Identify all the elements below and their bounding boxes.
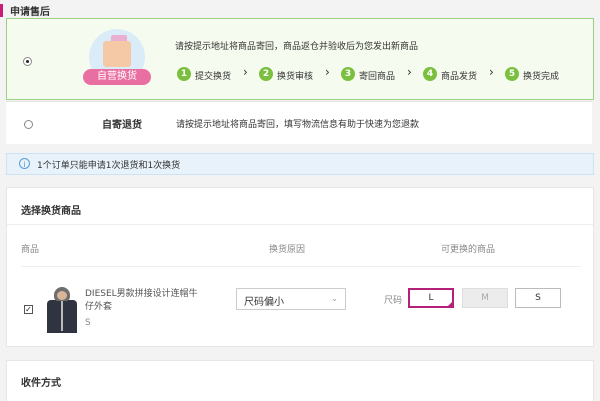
- chevron-down-icon: ⌄: [331, 294, 338, 303]
- column-header-product: 商品: [21, 245, 40, 255]
- chevron-right-icon: ›: [407, 65, 412, 79]
- size-option-s[interactable]: S: [515, 288, 561, 308]
- chevron-right-icon: ›: [325, 65, 330, 79]
- self-exchange-badge: 自营换货: [81, 29, 153, 101]
- chevron-right-icon: ›: [489, 65, 494, 79]
- section-title: 选择换货商品: [21, 206, 81, 217]
- step-5-label: 换货完成: [523, 72, 560, 82]
- step-1-label: 提交换货: [195, 72, 232, 82]
- return-description: 请按提示地址将商品寄回，填写物流信息有助于快速为您退款: [176, 120, 420, 130]
- size-label: 尺码: [384, 296, 403, 306]
- step-3-number: 3: [341, 67, 355, 81]
- step-1-number: 1: [177, 67, 191, 81]
- step-4-number: 4: [423, 67, 437, 81]
- return-title: 自寄退货: [102, 120, 142, 131]
- product-checkbox[interactable]: ✓: [24, 305, 33, 314]
- option-self-return[interactable]: 自寄退货 请按提示地址将商品寄回，填写物流信息有助于快速为您退款: [6, 101, 592, 144]
- column-header-reason: 换货原因: [269, 245, 306, 255]
- product-name[interactable]: DIESEL男款拼接设计连帽牛仔外套: [85, 288, 203, 314]
- page-title: 申请售后: [10, 7, 50, 18]
- product-size: S: [85, 318, 91, 328]
- reason-value: 尺码偏小: [244, 297, 284, 308]
- exchange-description: 请按提示地址将商品寄回，商品返仓并验收后为您发出新商品: [175, 42, 419, 52]
- product-selection-card: 选择换货商品 商品 换货原因 可更换的商品 ✓ DIESEL男款拼接设计连帽牛仔…: [6, 187, 594, 347]
- size-option-l[interactable]: L: [408, 288, 454, 308]
- shipping-method-card: 收件方式: [6, 360, 594, 401]
- header-accent-bar: [0, 4, 3, 17]
- chevron-right-icon: ›: [243, 65, 248, 79]
- badge-box-icon: [103, 41, 131, 67]
- badge-label: 自营换货: [83, 69, 151, 85]
- step-2-number: 2: [259, 67, 273, 81]
- info-text: 1个订单只能申请1次退货和1次换货: [37, 161, 181, 171]
- info-icon: i: [19, 158, 30, 169]
- product-thumbnail[interactable]: [42, 287, 82, 333]
- exchange-radio[interactable]: [23, 57, 32, 66]
- step-4-label: 商品发货: [441, 72, 478, 82]
- section-title: 收件方式: [21, 378, 61, 389]
- return-radio[interactable]: [24, 120, 33, 129]
- option-self-exchange[interactable]: 自营换货 请按提示地址将商品寄回，商品返仓并验收后为您发出新商品 1 提交换货 …: [6, 18, 594, 100]
- column-header-exchangeable: 可更换的商品: [441, 245, 496, 255]
- reason-select[interactable]: 尺码偏小 ⌄: [236, 288, 346, 310]
- model-face: [57, 291, 67, 300]
- info-notice: i 1个订单只能申请1次退货和1次换货: [6, 153, 594, 175]
- divider: [7, 224, 593, 225]
- size-option-m: M: [462, 288, 508, 308]
- jacket-zip: [61, 301, 63, 331]
- step-3-label: 寄回商品: [359, 72, 396, 82]
- step-2-label: 换货审核: [277, 72, 314, 82]
- step-5-number: 5: [505, 67, 519, 81]
- divider: [21, 266, 581, 267]
